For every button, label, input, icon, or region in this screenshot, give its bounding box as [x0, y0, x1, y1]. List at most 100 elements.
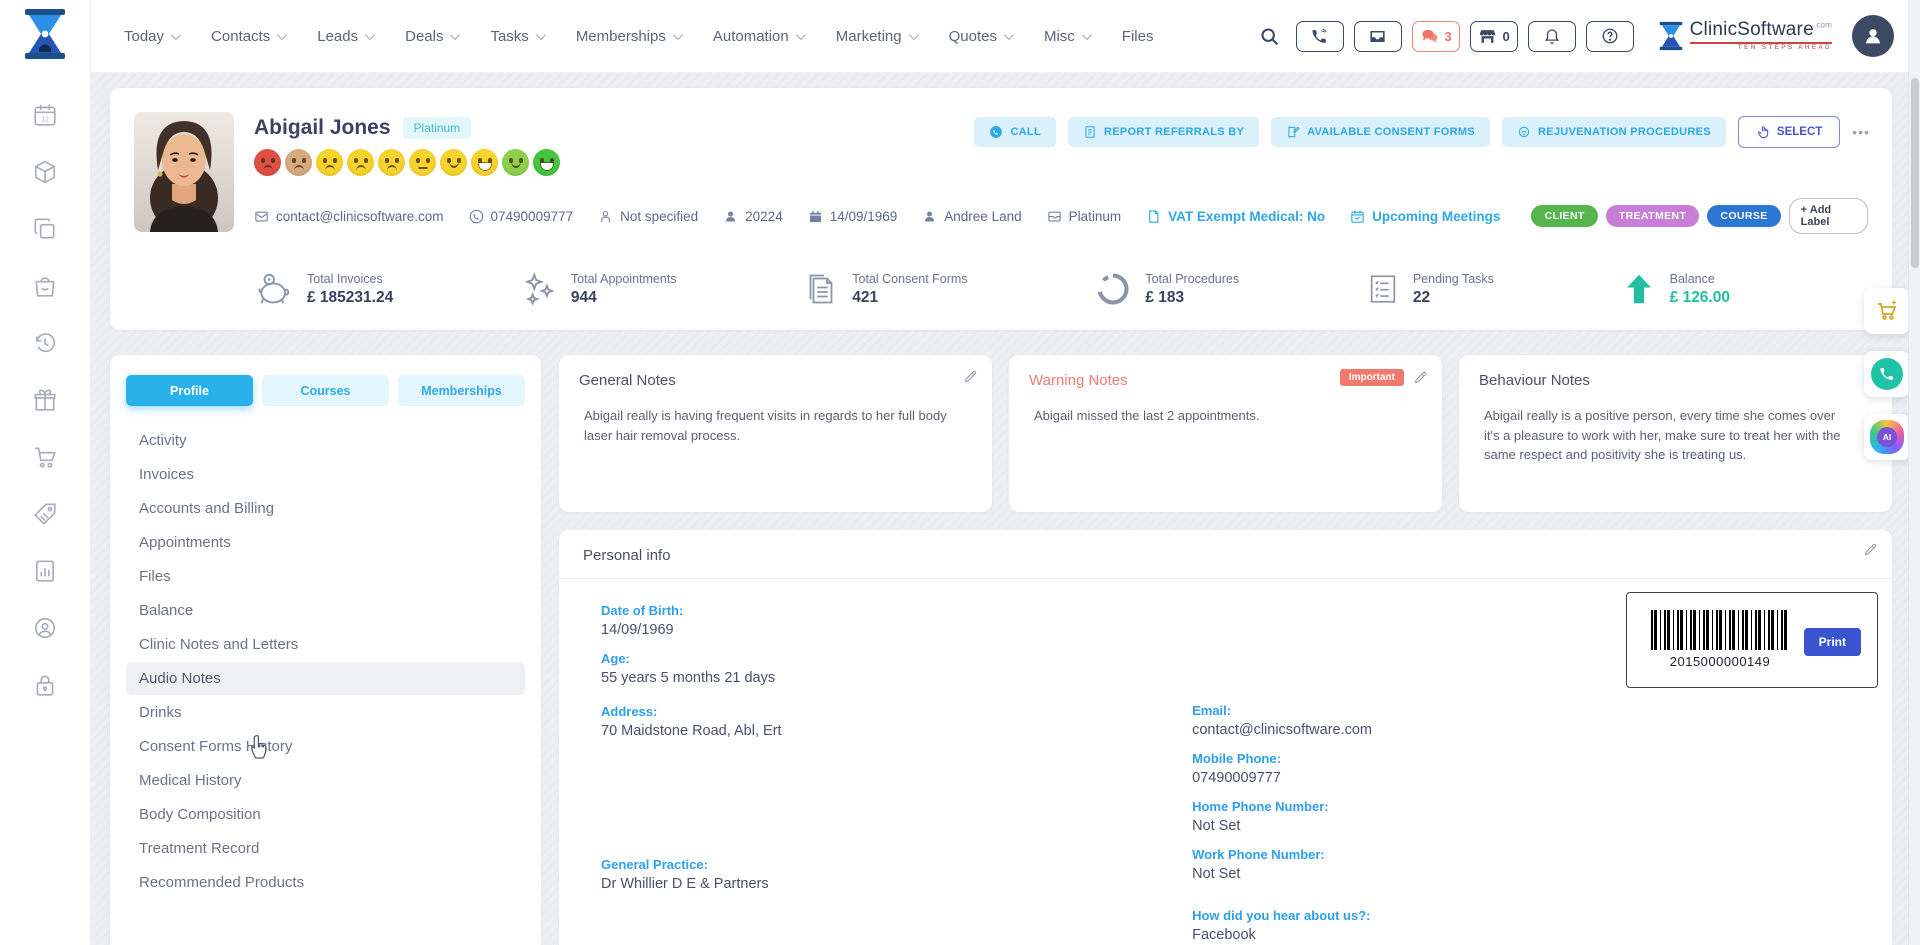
- ai-assistant-button[interactable]: AI: [1864, 414, 1910, 460]
- person-icon: [723, 209, 738, 224]
- menu-activity[interactable]: Activity: [126, 424, 525, 457]
- edit-pencil-icon[interactable]: [1863, 542, 1878, 557]
- price-tag-icon[interactable]: [32, 501, 58, 527]
- behaviour-notes-card: Behaviour Notes Abigail really is a posi…: [1459, 355, 1892, 512]
- history-icon[interactable]: [32, 330, 58, 356]
- reports-icon[interactable]: [32, 558, 58, 584]
- menu-invoices[interactable]: Invoices: [126, 458, 525, 491]
- notifications-button[interactable]: [1528, 21, 1576, 52]
- profile-tabs: Profile Courses Memberships: [126, 375, 525, 406]
- svg-text:12: 12: [41, 117, 49, 124]
- add-label-button[interactable]: + Add Label: [1789, 198, 1868, 234]
- rejuvenation-procedures-button[interactable]: REJUVENATION PROCEDURES: [1502, 117, 1726, 147]
- mood-3-icon[interactable]: [316, 149, 343, 176]
- help-button[interactable]: [1586, 21, 1634, 52]
- report-referrals-button[interactable]: REPORT REFERRALS BY: [1068, 117, 1259, 147]
- mood-7-icon[interactable]: [440, 149, 467, 176]
- chevron-down-icon: [450, 30, 460, 40]
- nav-deals[interactable]: Deals: [405, 28, 457, 45]
- select-button[interactable]: SELECT: [1738, 116, 1840, 148]
- search-icon[interactable]: [1259, 26, 1280, 47]
- user-avatar[interactable]: [1852, 15, 1894, 57]
- menu-accounts-and-billing[interactable]: Accounts and Billing: [126, 492, 525, 525]
- inbox-button[interactable]: [1354, 21, 1402, 52]
- tab-courses[interactable]: Courses: [262, 375, 389, 406]
- basket-icon[interactable]: [32, 273, 58, 299]
- patient-name: Abigail Jones: [254, 116, 391, 140]
- quick-call-button[interactable]: [1864, 351, 1910, 397]
- upcoming-meetings-link[interactable]: Upcoming Meetings: [1350, 209, 1500, 224]
- menu-recommended-products[interactable]: Recommended Products: [126, 866, 525, 899]
- menu-files[interactable]: Files: [126, 560, 525, 593]
- chevron-down-icon: [171, 30, 181, 40]
- nav-leads[interactable]: Leads: [317, 28, 372, 45]
- mood-6-icon[interactable]: [409, 149, 436, 176]
- edit-pencil-icon[interactable]: [1413, 370, 1428, 385]
- menu-treatment-record[interactable]: Treatment Record: [126, 832, 525, 865]
- nav-memberships[interactable]: Memberships: [576, 28, 680, 45]
- menu-consent-forms-history[interactable]: Consent Forms History: [126, 730, 525, 763]
- calendar-check-icon: [1350, 209, 1365, 224]
- sparkles-icon: [520, 270, 558, 308]
- menu-medical-history[interactable]: Medical History: [126, 764, 525, 797]
- gift-icon[interactable]: [32, 387, 58, 413]
- print-barcode-button[interactable]: Print: [1804, 628, 1861, 656]
- mood-2-icon[interactable]: [285, 149, 312, 176]
- vat-exempt-link[interactable]: VAT Exempt Medical: No: [1146, 209, 1325, 224]
- general-notes-card: General Notes Abigail really is having f…: [559, 355, 992, 512]
- menu-body-composition[interactable]: Body Composition: [126, 798, 525, 831]
- tier-badge: Platinum: [403, 117, 472, 139]
- call-button[interactable]: CALL: [974, 117, 1056, 147]
- dialer-button[interactable]: [1296, 21, 1344, 52]
- general-notes-body: Abigail really is having frequent visits…: [579, 406, 972, 445]
- nav-misc[interactable]: Misc: [1044, 28, 1089, 45]
- warning-notes-body: Abigail missed the last 2 appointments.: [1029, 406, 1422, 426]
- nav-marketing[interactable]: Marketing: [836, 28, 916, 45]
- products-cube-icon[interactable]: [32, 159, 58, 185]
- patient-membership: Platinum: [1047, 209, 1122, 224]
- phone-icon: [989, 125, 1003, 139]
- report-icon: [1083, 125, 1097, 139]
- nav-tasks[interactable]: Tasks: [490, 28, 542, 45]
- available-consent-forms-button[interactable]: AVAILABLE CONSENT FORMS: [1271, 117, 1490, 147]
- shop-cart-icon[interactable]: [32, 444, 58, 470]
- quick-cart-button[interactable]: [1864, 288, 1910, 334]
- chat-count-badge: 3: [1445, 29, 1452, 44]
- nav-files[interactable]: Files: [1122, 28, 1154, 45]
- label-client: CLIENT: [1531, 205, 1597, 227]
- mood-5-icon[interactable]: [378, 149, 405, 176]
- menu-appointments[interactable]: Appointments: [126, 526, 525, 559]
- toolbar: 3 0 ClinicSoftware.com TEN STEPS AHEAD: [1259, 15, 1920, 57]
- nav-quotes[interactable]: Quotes: [949, 28, 1011, 45]
- edit-pencil-icon[interactable]: [963, 369, 978, 384]
- mood-8-icon[interactable]: [471, 149, 498, 176]
- menu-audio-notes[interactable]: Audio Notes: [126, 662, 525, 695]
- nav-automation[interactable]: Automation: [713, 28, 803, 45]
- more-options-button[interactable]: •••: [1852, 124, 1870, 140]
- calendar-icon[interactable]: 12: [32, 102, 58, 128]
- brand-tagline: TEN STEPS AHEAD: [1690, 42, 1832, 51]
- shop-button[interactable]: 0: [1470, 21, 1518, 52]
- nav-today[interactable]: Today: [124, 28, 178, 45]
- scrollbar-thumb[interactable]: [1911, 78, 1919, 268]
- inbox-tray-icon: [1368, 27, 1387, 46]
- tab-memberships[interactable]: Memberships: [398, 375, 525, 406]
- chat-button[interactable]: 3: [1412, 21, 1460, 52]
- menu-drinks[interactable]: Drinks: [126, 696, 525, 729]
- lock-icon[interactable]: [32, 672, 58, 698]
- account-support-icon[interactable]: [32, 615, 58, 641]
- menu-clinic-notes-and-letters[interactable]: Clinic Notes and Letters: [126, 628, 525, 661]
- mood-4-icon[interactable]: [347, 149, 374, 176]
- nav-contacts[interactable]: Contacts: [211, 28, 284, 45]
- chevron-down-icon: [796, 30, 806, 40]
- person-icon: [922, 209, 937, 224]
- chat-bubbles-icon: [1420, 27, 1439, 46]
- hand-pointer-icon: [1756, 125, 1770, 139]
- tab-profile[interactable]: Profile: [126, 375, 253, 406]
- mood-9-icon[interactable]: [502, 149, 529, 176]
- copy-pages-icon[interactable]: [32, 216, 58, 242]
- mood-10-icon[interactable]: [533, 149, 560, 176]
- menu-balance[interactable]: Balance: [126, 594, 525, 627]
- mood-1-icon[interactable]: [254, 149, 281, 176]
- barcode-number: 2015000000149: [1651, 654, 1789, 669]
